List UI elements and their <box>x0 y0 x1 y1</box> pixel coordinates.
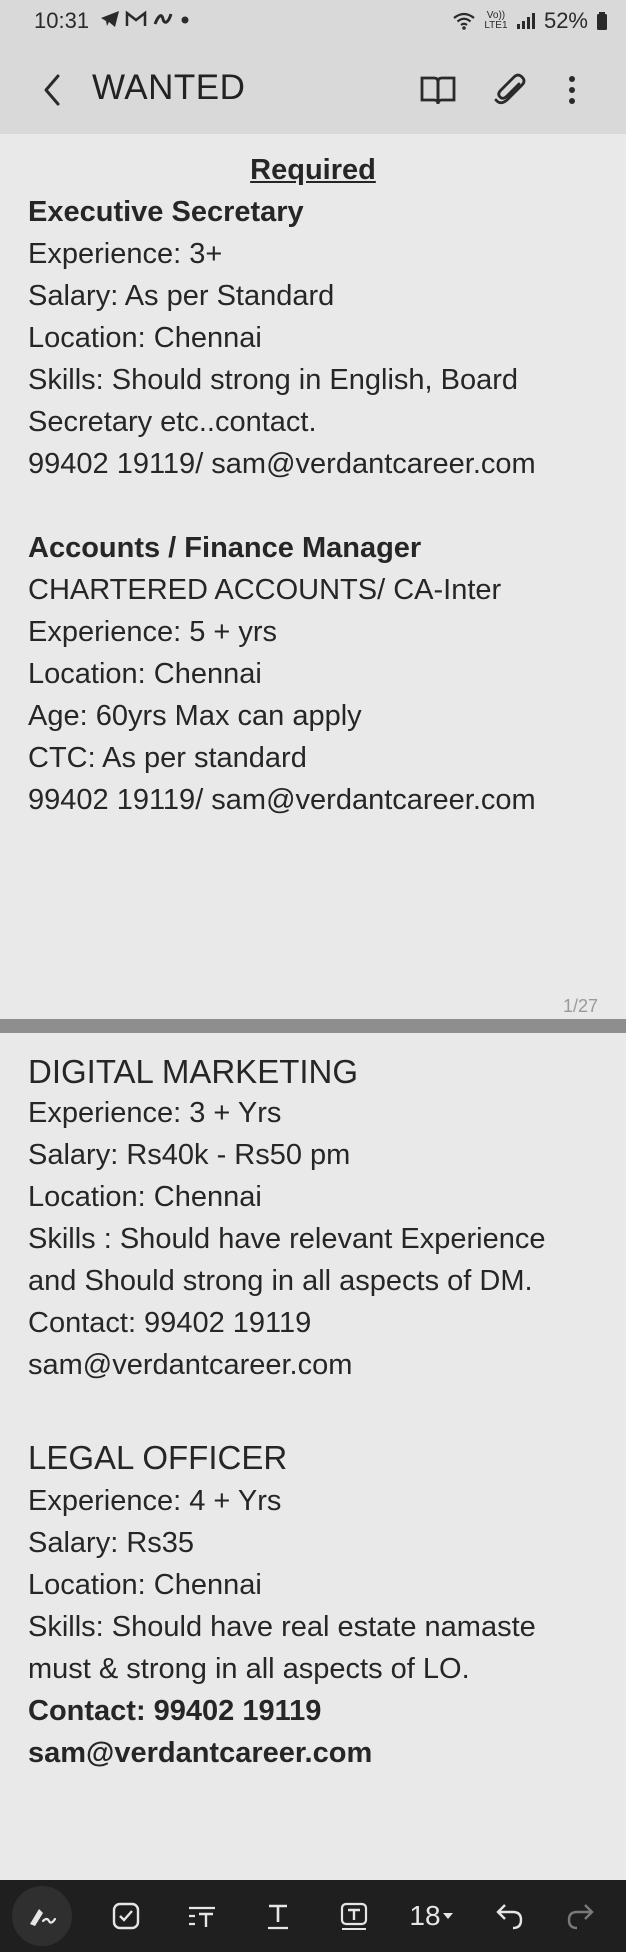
job-line: CHARTERED ACCOUNTS/ CA-Inter <box>28 574 502 606</box>
book-view-button[interactable] <box>414 66 462 114</box>
text-style-tool-button[interactable] <box>178 1892 226 1940</box>
font-size-dropdown[interactable]: 18 <box>402 1892 462 1940</box>
more-options-button[interactable] <box>548 66 596 114</box>
job-contact: Contact: 99402 19119 <box>28 1695 322 1727</box>
job-line: Experience: 5 + yrs <box>28 616 278 648</box>
job-line: Secretary etc..contact. <box>28 406 317 438</box>
job-line: sam@verdantcareer.com <box>28 1349 353 1381</box>
checkbox-icon <box>112 1902 140 1930</box>
job-title: Executive Secretary <box>28 196 304 228</box>
job-title: Accounts / Finance Manager <box>28 532 422 564</box>
page-divider <box>0 1019 626 1033</box>
undo-button[interactable] <box>484 1892 532 1940</box>
page-heading: Required <box>250 154 376 186</box>
editor-toolbar: 18 <box>0 1880 626 1952</box>
job-line: must & strong in all aspects of LO. <box>28 1653 470 1685</box>
app-bar: WANTED <box>0 48 626 135</box>
gmail-icon <box>125 10 147 26</box>
underline-tool-button[interactable] <box>254 1892 302 1940</box>
redo-button[interactable] <box>558 1892 606 1940</box>
status-time: 10:31 <box>34 8 90 33</box>
job-line: CTC: As per standard <box>28 742 307 774</box>
chevron-down-icon <box>442 1913 453 1919</box>
dot-icon <box>181 16 189 24</box>
more-icon <box>569 76 575 104</box>
text-box-tool-button[interactable] <box>330 1892 378 1940</box>
pen-icon <box>30 1909 57 1926</box>
job-line: Salary: Rs35 <box>28 1527 195 1559</box>
checkbox-tool-button[interactable] <box>102 1892 150 1940</box>
text-box-icon <box>340 1902 368 1930</box>
pen-tool-button[interactable] <box>12 1886 72 1946</box>
notification-icons <box>100 10 191 33</box>
back-arrow-icon <box>44 74 60 106</box>
job-line: Experience: 4 + Yrs <box>28 1485 282 1517</box>
status-right: Vo)) LTE1 52% <box>452 8 608 34</box>
wifi-icon <box>453 12 475 30</box>
status-bar: 10:31 Vo)) LTE1 52% <box>0 0 626 48</box>
job-contact: sam@verdantcareer.com <box>28 1737 373 1769</box>
job-line: 99402 19119/ sam@verdantcareer.com <box>28 448 536 480</box>
job-line: and Should strong in all aspects of DM. <box>28 1265 533 1297</box>
job-line: Location: Chennai <box>28 1569 262 1601</box>
job-line: Skills: Should strong in English, Board <box>28 364 519 396</box>
job-line: Experience: 3+ <box>28 238 223 270</box>
battery-icon <box>597 12 607 30</box>
text-style-icon <box>189 1906 215 1927</box>
battery-percent: 52% <box>543 8 588 33</box>
redo-icon <box>567 1904 594 1930</box>
job-line: Skills : Should have relevant Experience <box>28 1223 546 1255</box>
telegram-icon <box>101 11 119 27</box>
app-icon <box>153 13 173 25</box>
job-title: DIGITAL MARKETING <box>28 1053 359 1090</box>
note-page-2[interactable]: DIGITAL MARKETING Experience: 3 + Yrs Sa… <box>0 1033 626 1880</box>
attach-button[interactable] <box>486 66 534 114</box>
job-line: Salary: As per Standard <box>28 280 335 312</box>
font-size-value: 18 <box>409 1900 441 1931</box>
job-line: Location: Chennai <box>28 1181 262 1213</box>
job-line: Salary: Rs40k - Rs50 pm <box>28 1139 351 1171</box>
book-icon <box>420 76 456 105</box>
job-title: LEGAL OFFICER <box>28 1439 288 1476</box>
job-line: Experience: 3 + Yrs <box>28 1097 282 1129</box>
note-page-1[interactable]: Required Executive Secretary Experience:… <box>0 134 626 1019</box>
page-indicator: 1/27 <box>562 996 598 1016</box>
job-line: Location: Chennai <box>28 322 262 354</box>
volte-icon: Vo)) LTE1 <box>484 10 508 31</box>
attachment-icon <box>494 73 526 105</box>
job-line: Age: 60yrs Max can apply <box>28 700 362 732</box>
job-line: Skills: Should have real estate namaste <box>28 1611 536 1643</box>
back-button[interactable] <box>34 68 74 112</box>
job-line: 99402 19119/ sam@verdantcareer.com <box>28 784 536 816</box>
job-line: Location: Chennai <box>28 658 262 690</box>
undo-icon <box>496 1904 523 1930</box>
underline-icon <box>268 1904 288 1930</box>
signal-icon <box>516 13 535 29</box>
note-title[interactable]: WANTED <box>92 68 245 108</box>
job-line: Contact: 99402 19119 <box>28 1307 312 1339</box>
